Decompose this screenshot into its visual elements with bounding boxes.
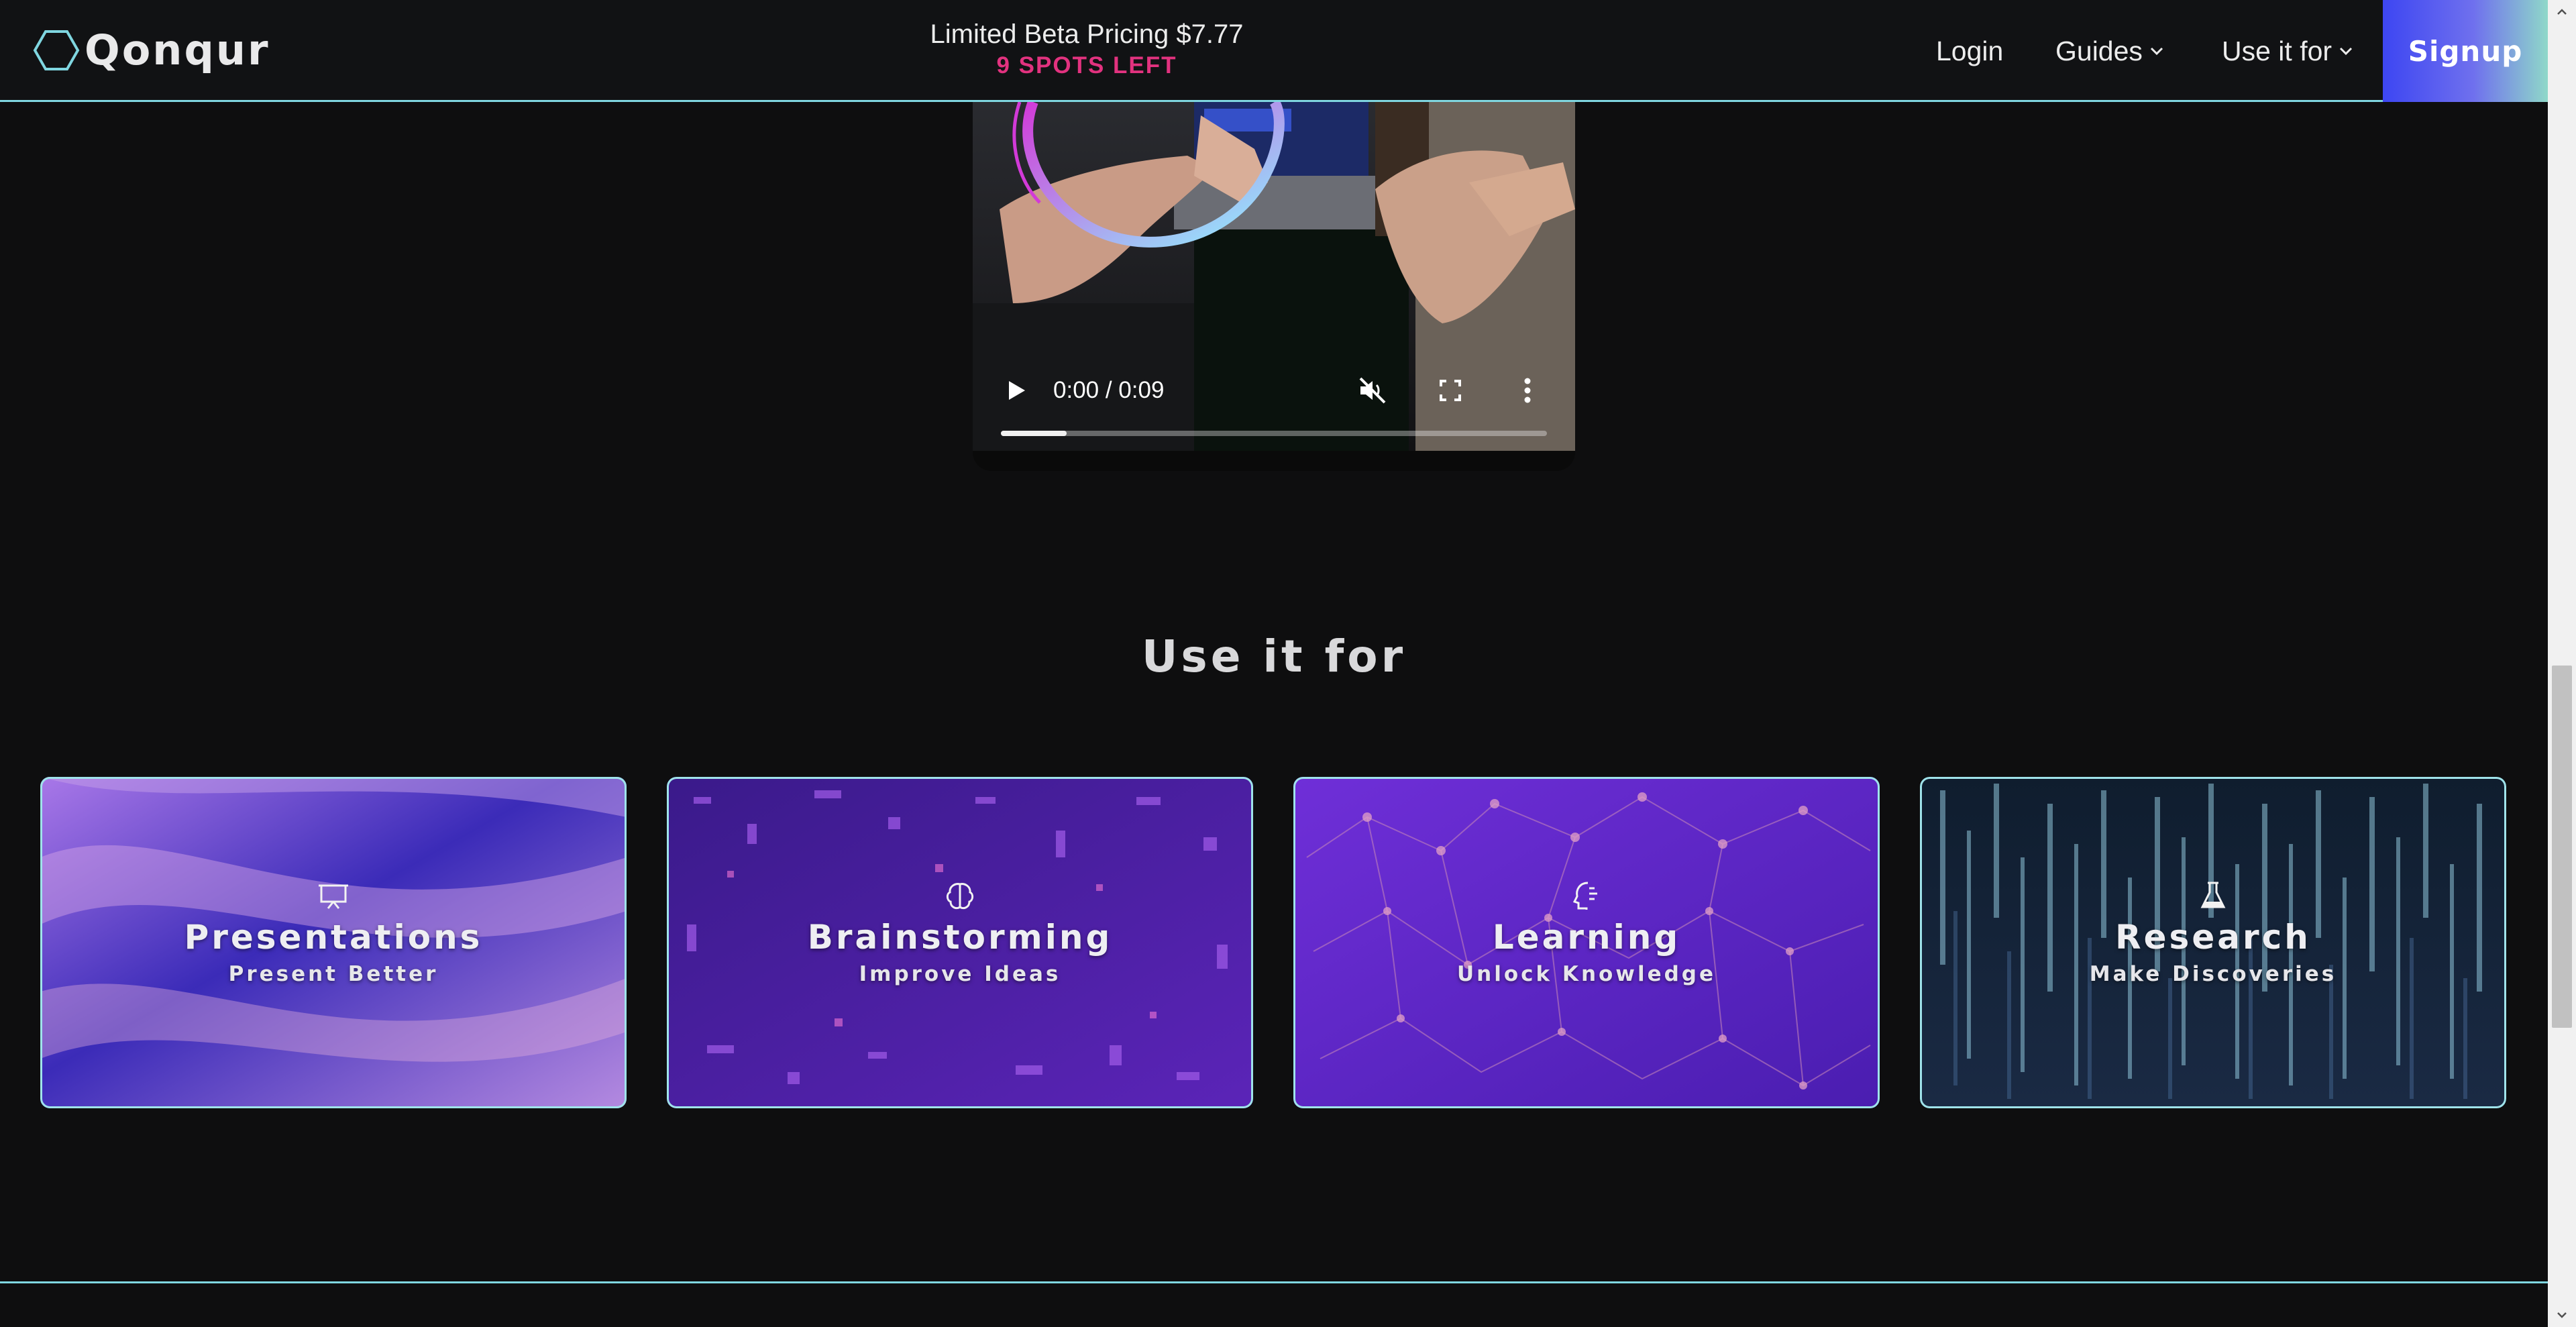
scrollbar-thumb[interactable] xyxy=(2552,666,2572,1028)
card-content: Learning Unlock Knowledge xyxy=(1293,878,1880,986)
video-controls: 0:00 / 0:09 xyxy=(973,102,1575,471)
hexagon-logo-icon xyxy=(33,30,80,70)
use-it-for-dropdown[interactable]: Use it for xyxy=(2222,36,2353,67)
nav-guides[interactable]: Guides xyxy=(2055,0,2164,102)
video-progress-bar[interactable] xyxy=(1001,431,1547,436)
card-research[interactable]: Research Make Discoveries xyxy=(1920,777,2506,1108)
nav-login[interactable]: Login xyxy=(1936,0,2003,102)
login-link[interactable]: Login xyxy=(1936,36,2003,67)
guides-dropdown[interactable]: Guides xyxy=(2055,36,2164,67)
card-content: Presentations Present Better xyxy=(40,878,627,986)
card-subtitle: Present Better xyxy=(228,962,439,986)
card-content: Brainstorming Improve Ideas xyxy=(667,878,1253,986)
chevron-down-icon xyxy=(2150,47,2163,56)
mute-icon[interactable] xyxy=(1355,373,1390,408)
demo-video[interactable]: 0:00 / 0:09 xyxy=(973,102,1575,471)
brain-icon xyxy=(946,883,974,910)
card-title: Learning xyxy=(1492,918,1681,957)
site-header: Qonqur Limited Beta Pricing $7.77 9 SPOT… xyxy=(0,0,2548,102)
promo-banner: Limited Beta Pricing $7.77 9 SPOTS LEFT xyxy=(865,17,1308,81)
guides-label: Guides xyxy=(2055,35,2143,66)
chevron-down-icon xyxy=(2339,47,2353,56)
card-title: Research xyxy=(2115,918,2311,957)
video-progress-fill xyxy=(1001,431,1067,436)
nav-use-it-for[interactable]: Use it for xyxy=(2222,0,2353,102)
play-icon[interactable] xyxy=(1001,376,1030,405)
chevron-down-icon xyxy=(2557,1312,2567,1318)
use-case-cards: Presentations Present Better Brainstormi… xyxy=(40,777,2508,1108)
card-content: Research Make Discoveries xyxy=(1920,878,2506,986)
use-it-for-heading: Use it for xyxy=(1141,631,1407,682)
card-subtitle: Make Discoveries xyxy=(2089,962,2337,986)
logo-text: Qonqur xyxy=(85,25,270,74)
signup-button[interactable]: Signup xyxy=(2383,0,2548,102)
more-icon[interactable] xyxy=(1517,373,1538,408)
flask-icon xyxy=(2200,882,2226,908)
logo[interactable]: Qonqur xyxy=(32,25,270,74)
use-it-for-label: Use it for xyxy=(2222,35,2332,66)
fullscreen-icon[interactable] xyxy=(1436,376,1465,405)
promo-title: Limited Beta Pricing $7.77 xyxy=(930,19,1244,49)
section-divider xyxy=(0,1281,2548,1283)
head-icon xyxy=(1572,882,1597,910)
card-title: Brainstorming xyxy=(807,918,1113,957)
chevron-up-icon xyxy=(2557,9,2567,15)
page-scrollbar[interactable] xyxy=(2548,0,2576,1327)
promo-spots-left: 9 SPOTS LEFT xyxy=(996,52,1177,78)
card-learning[interactable]: Learning Unlock Knowledge xyxy=(1293,777,1880,1108)
card-brainstorming[interactable]: Brainstorming Improve Ideas xyxy=(667,777,1253,1108)
presentation-icon xyxy=(319,884,348,909)
video-time: 0:00 / 0:09 xyxy=(1053,377,1165,403)
card-title: Presentations xyxy=(184,918,483,957)
scroll-up-button[interactable] xyxy=(2548,0,2576,24)
scroll-down-button[interactable] xyxy=(2548,1303,2576,1327)
card-subtitle: Improve Ideas xyxy=(859,962,1061,986)
card-subtitle: Unlock Knowledge xyxy=(1456,962,1717,986)
card-presentations[interactable]: Presentations Present Better xyxy=(40,777,627,1108)
